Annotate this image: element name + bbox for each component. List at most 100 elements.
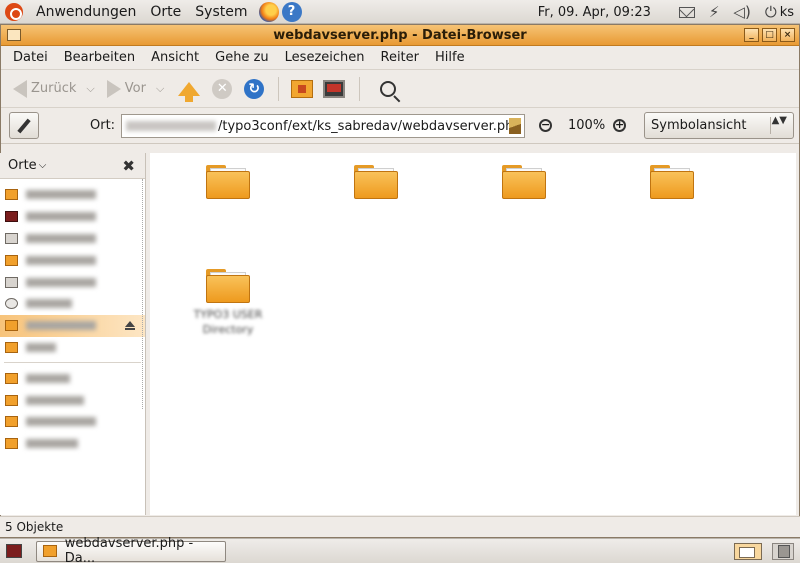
place-item-selected[interactable] (0, 314, 145, 337)
filesystem-icon (5, 232, 18, 244)
folder-item[interactable] (464, 165, 584, 203)
folder-item[interactable] (316, 165, 436, 203)
forward-history-dropdown[interactable]: ⌵ (156, 82, 164, 96)
home-folder-icon[interactable] (291, 79, 314, 98)
workspace-switcher-1[interactable] (734, 543, 762, 560)
place-item[interactable] (0, 228, 145, 250)
show-desktop-icon[interactable] (6, 544, 22, 558)
clear-icon[interactable] (509, 118, 521, 134)
redacted-place-name (26, 373, 70, 383)
ubuntu-logo-icon[interactable] (5, 2, 23, 21)
mail-icon[interactable] (678, 6, 695, 18)
folder-item[interactable] (168, 165, 288, 203)
minimize-button[interactable]: _ (744, 28, 759, 42)
place-item[interactable] (0, 337, 145, 359)
menu-file[interactable]: Datei (5, 50, 56, 65)
drive-icon (5, 276, 18, 288)
back-button[interactable]: Zurück (9, 74, 80, 104)
bookmark-folder-icon (5, 416, 18, 428)
folder-icon (354, 165, 398, 199)
forward-label: Vor (124, 81, 146, 96)
status-bar: 5 Objekte (0, 516, 800, 537)
bookmark-item[interactable] (0, 411, 145, 433)
bookmark-item[interactable] (0, 433, 145, 455)
maximize-button[interactable]: □ (762, 28, 777, 42)
place-item[interactable] (0, 293, 145, 315)
redacted-place-name (26, 321, 96, 331)
menu-view[interactable]: Ansicht (143, 50, 207, 65)
back-arrow-icon (13, 79, 27, 98)
panel-menu-places[interactable]: Orte (143, 4, 188, 20)
zoom-level[interactable]: 100% (568, 118, 605, 133)
downloads-folder-icon (5, 394, 18, 406)
location-bar: Ort: /typo3conf/ext/ks_sabredav/webdavse… (1, 108, 799, 144)
panel-clock[interactable]: Fr, 09. Apr, 09:23 (538, 5, 651, 20)
forward-button[interactable]: Vor (103, 74, 150, 104)
folder-label: TYPO3 USER Directory (193, 308, 263, 336)
sidebar-close-icon[interactable]: ✖ (122, 157, 135, 175)
sidebar-resize-handle[interactable] (142, 179, 145, 409)
place-item[interactable] (0, 206, 145, 228)
menu-edit[interactable]: Bearbeiten (56, 50, 143, 65)
webdav-share-icon (5, 320, 18, 332)
home-folder-icon (5, 189, 18, 201)
network-icon[interactable]: ⚡ (709, 3, 720, 21)
trash-icon[interactable] (778, 545, 790, 558)
panel-menu-applications[interactable]: Anwendungen (29, 4, 143, 20)
close-button[interactable]: × (780, 28, 795, 42)
location-path: /typo3conf/ext/ks_sabredav/webdavserver.… (218, 118, 522, 134)
computer-icon[interactable] (323, 79, 346, 98)
power-icon: ⏻ (764, 3, 777, 21)
menu-bookmarks[interactable]: Lesezeichen (277, 50, 373, 65)
view-mode-value: Symbolansicht (651, 118, 747, 133)
redacted-host (126, 121, 216, 131)
redacted-place-name (26, 255, 96, 265)
chevron-down-icon: ⌵ (38, 160, 47, 171)
help-icon[interactable]: ? (281, 1, 302, 22)
menu-help[interactable]: Hilfe (427, 50, 473, 65)
redacted-place-name (26, 299, 72, 309)
file-icon-view[interactable]: TYPO3 USER Directory (150, 153, 796, 515)
videos-folder-icon (5, 372, 18, 384)
folder-item[interactable]: TYPO3 USER Directory (168, 269, 288, 337)
toolbar: Zurück ⌵ Vor ⌵ ✕ ↻ (1, 70, 799, 108)
menubar: Datei Bearbeiten Ansicht Gehe zu Lesezei… (1, 46, 799, 70)
window-controls: _ □ × (744, 28, 795, 42)
zoom-out-icon[interactable]: − (539, 119, 552, 132)
menu-go[interactable]: Gehe zu (207, 50, 277, 65)
location-input[interactable]: /typo3conf/ext/ks_sabredav/webdavserver.… (121, 114, 525, 138)
bookmark-item[interactable] (0, 389, 145, 411)
bottom-panel: webdavserver.php - Da... (0, 536, 800, 563)
menu-tabs[interactable]: Reiter (373, 50, 428, 65)
edit-location-toggle[interactable] (9, 112, 39, 139)
place-item[interactable] (0, 249, 145, 271)
volume-icon[interactable]: ◁) (733, 3, 750, 21)
folder-item[interactable] (612, 165, 732, 203)
places-list (0, 179, 145, 455)
window-title: webdavserver.php - Datei-Browser (273, 27, 527, 43)
view-mode-select[interactable]: Symbolansicht ▲▼ (644, 112, 794, 139)
window-titlebar[interactable]: webdavserver.php - Datei-Browser _ □ × (1, 25, 799, 46)
folder-icon (206, 269, 250, 303)
up-arrow-icon[interactable] (178, 81, 201, 102)
place-item[interactable] (0, 184, 145, 206)
firefox-icon[interactable] (258, 1, 279, 22)
sidebar-header[interactable]: Orte ⌵ ✖ (0, 153, 145, 179)
back-history-dropdown[interactable]: ⌵ (86, 82, 94, 96)
places-separator (4, 362, 141, 364)
network-folder-icon (5, 254, 18, 266)
toolbar-separator (278, 76, 280, 101)
panel-menu-system[interactable]: System (188, 4, 254, 20)
eject-icon[interactable] (125, 320, 135, 330)
toolbar-separator (359, 76, 361, 101)
taskbar-window-button[interactable]: webdavserver.php - Da... (36, 536, 226, 563)
bookmark-folder-icon (5, 438, 18, 450)
zoom-in-icon[interactable]: + (613, 119, 626, 132)
location-label: Ort: (90, 118, 116, 133)
search-icon[interactable] (380, 80, 397, 97)
reload-icon[interactable]: ↻ (244, 78, 265, 99)
place-item[interactable] (0, 271, 145, 293)
stop-icon[interactable]: ✕ (212, 78, 233, 99)
user-switcher[interactable]: ⏻ ks (765, 3, 794, 21)
bookmark-item[interactable] (0, 367, 145, 389)
